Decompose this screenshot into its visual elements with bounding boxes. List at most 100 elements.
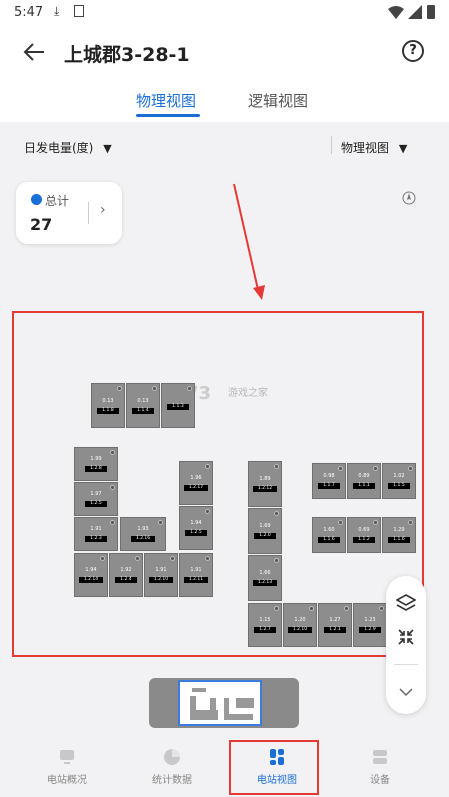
solar-panel[interactable]: 0.13 1.1.4 xyxy=(126,383,160,428)
status-dot-icon xyxy=(408,520,413,525)
view-mode-dropdown[interactable]: 物理视图 ▼ xyxy=(341,139,407,156)
solar-panel[interactable]: 1.99 1.2.8 xyxy=(74,447,118,481)
solar-panel[interactable]: 1.97 1.2.5 xyxy=(74,482,118,516)
solar-panel[interactable]: 1.27 1.2.1 xyxy=(318,603,352,647)
divider xyxy=(394,664,418,665)
panel-id: 1.2.4 xyxy=(115,577,137,583)
metric-dropdown[interactable]: 日发电量(度) ▼ xyxy=(24,139,112,156)
summary-label: 总计 xyxy=(45,194,70,208)
solar-panel[interactable]: 1.1.3 xyxy=(161,383,195,428)
panel-value: 0.98 xyxy=(323,473,335,479)
panel-value: 1.23 xyxy=(364,617,376,623)
status-dot-icon xyxy=(309,606,314,611)
solar-panel[interactable]: 1.29 1.1.6 xyxy=(382,517,416,553)
back-arrow-icon[interactable] xyxy=(22,42,46,62)
solar-panel[interactable]: 1.60 1.1.6 xyxy=(312,517,346,553)
signal-icon xyxy=(408,5,422,19)
panel-id: 1.2.13 xyxy=(252,580,278,586)
panel-id: 1.1.6 xyxy=(388,537,410,543)
tab-physical-view[interactable]: 物理视图 xyxy=(136,90,196,111)
nav-label: 统计数据 xyxy=(152,775,192,786)
nav-station-overview[interactable]: 电站概况 xyxy=(11,738,123,797)
status-dot-icon xyxy=(338,520,343,525)
solar-panel[interactable]: 1.69 1.2.0 xyxy=(248,508,282,554)
panel-id: 1.2.12 xyxy=(252,486,278,492)
panel-value: 1.15 xyxy=(259,617,271,623)
panel-id: 1.1.1 xyxy=(353,483,375,489)
solar-panel[interactable]: 1.15 1.2.7 xyxy=(248,603,282,647)
compass-icon[interactable] xyxy=(402,191,416,205)
chevron-down-icon[interactable] xyxy=(399,688,413,697)
solar-panel[interactable]: 1.23 1.2.9 xyxy=(353,603,387,647)
solar-panel[interactable]: 0.98 1.1.7 xyxy=(312,463,346,499)
monitor-icon xyxy=(60,750,74,764)
help-icon[interactable]: ? xyxy=(402,40,424,62)
solar-panel[interactable]: 0.13 1.1.8 xyxy=(91,383,125,428)
panel-id: 1.2.10 xyxy=(148,577,174,583)
device-icon xyxy=(373,750,387,764)
status-dot-icon xyxy=(205,464,210,469)
minimap[interactable] xyxy=(149,678,299,728)
solar-panel[interactable]: 1.91 1.2.10 xyxy=(144,553,178,597)
solar-panel[interactable]: 1.91 1.2.11 xyxy=(179,553,213,597)
status-dot-icon xyxy=(274,511,279,516)
status-dot-icon xyxy=(373,466,378,471)
map-toolbar xyxy=(386,576,426,714)
panel-id: 1.2.5 xyxy=(185,530,207,536)
status-dot-icon xyxy=(373,520,378,525)
status-dot-icon xyxy=(274,606,279,611)
status-dot-icon xyxy=(110,485,115,490)
layers-icon[interactable] xyxy=(396,594,416,612)
panel-value: 1.69 xyxy=(259,523,271,529)
caret-down-icon: ▼ xyxy=(398,142,408,155)
panel-value: 1.94 xyxy=(85,567,97,573)
solar-panel[interactable]: 0.69 1.1.2 xyxy=(347,517,381,553)
panel-id: 1.2.5 xyxy=(85,501,107,507)
collapse-icon[interactable] xyxy=(397,628,415,646)
status-dot-icon xyxy=(274,464,279,469)
panel-value: 1.20 xyxy=(294,617,306,623)
divider xyxy=(331,136,332,154)
wifi-icon xyxy=(388,6,404,19)
tab-logical-view[interactable]: 逻辑视图 xyxy=(248,90,308,111)
status-dot-icon xyxy=(344,606,349,611)
nav-label: 设备 xyxy=(370,775,390,786)
solar-panel[interactable]: 1.89 1.2.12 xyxy=(248,461,282,507)
panel-value: 1.66 xyxy=(259,570,271,576)
summary-card[interactable]: 总计 27 › xyxy=(16,182,122,244)
solar-panel[interactable]: 1.91 1.2.3 xyxy=(74,517,118,551)
status-dot-icon xyxy=(110,520,115,525)
status-dot-icon xyxy=(274,558,279,563)
solar-panel[interactable]: 0.89 1.1.1 xyxy=(347,463,381,499)
annotation-highlight-box xyxy=(229,740,319,795)
view-tabs: 物理视图 逻辑视图 xyxy=(0,84,449,122)
solar-panel[interactable]: 1.96 1.2.17 xyxy=(179,461,213,505)
page-title: 上城郡3-28-1 xyxy=(64,44,190,66)
status-dot-icon xyxy=(135,556,140,561)
panel-id: 1.2.1 xyxy=(324,627,346,633)
chevron-right-icon[interactable]: › xyxy=(100,202,106,218)
nav-devices[interactable]: 设备 xyxy=(324,738,436,797)
panel-id: 1.1.7 xyxy=(318,483,340,489)
panel-id: 1.2.3 xyxy=(85,536,107,542)
solar-panel[interactable]: 1.93 1.2.16 xyxy=(120,517,166,551)
status-dot-icon xyxy=(152,386,157,391)
panel-id: 1.2.7 xyxy=(254,627,276,633)
solar-panel[interactable]: 1.94 1.2.5 xyxy=(179,506,213,550)
panel-id: 1.2.8 xyxy=(85,466,107,472)
solar-panel[interactable]: 1.92 1.2.4 xyxy=(109,553,143,597)
solar-panel[interactable]: 1.66 1.2.13 xyxy=(248,555,282,601)
solar-panel[interactable]: 1.94 1.2.14 xyxy=(74,553,108,597)
panel-value: 1.91 xyxy=(190,567,202,573)
annotation-arrow xyxy=(233,183,265,300)
status-dot-icon xyxy=(100,556,105,561)
nav-statistics[interactable]: 统计数据 xyxy=(116,738,228,797)
solar-panel[interactable]: 1.20 1.2.10 xyxy=(283,603,317,647)
solar-panel[interactable]: 1.02 1.1.5 xyxy=(382,463,416,499)
status-dot-icon xyxy=(158,520,163,525)
notification-icon xyxy=(74,5,84,17)
status-dot-icon xyxy=(117,386,122,391)
minimap-preview xyxy=(190,688,254,720)
status-dot-icon xyxy=(205,556,210,561)
status-dot-icon xyxy=(338,466,343,471)
